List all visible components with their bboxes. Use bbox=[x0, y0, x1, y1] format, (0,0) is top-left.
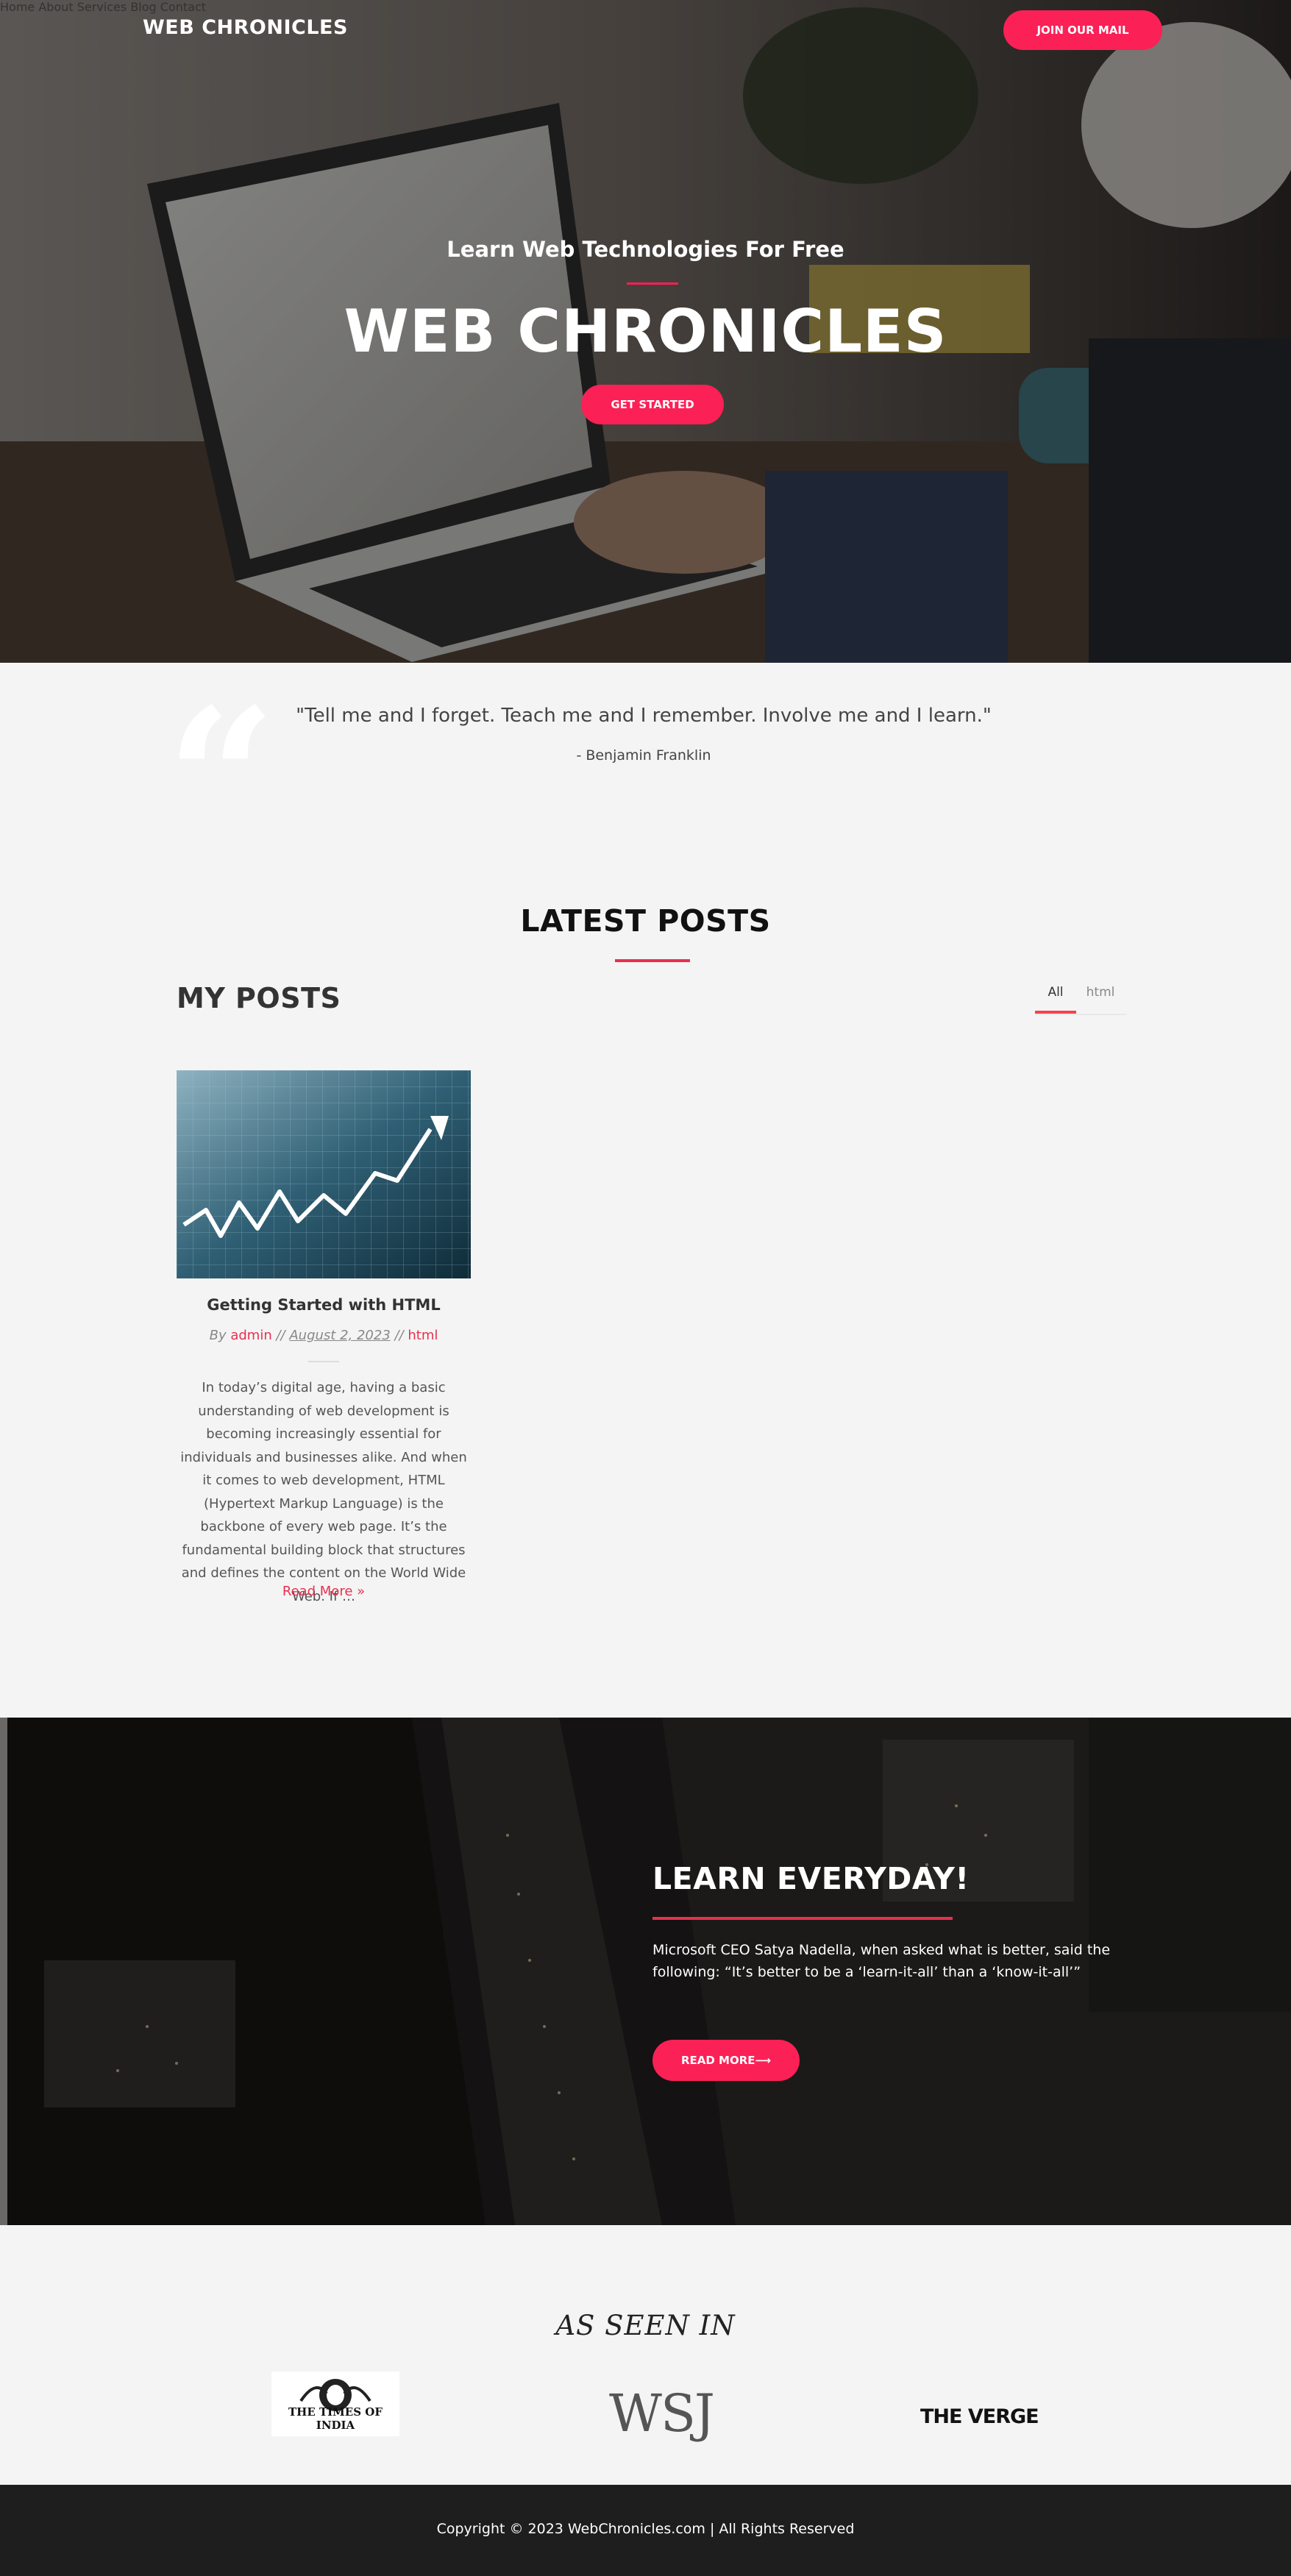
meta-separator: // bbox=[394, 1328, 404, 1343]
section-edge bbox=[0, 1718, 7, 2225]
get-started-button[interactable]: GET STARTED bbox=[581, 385, 724, 424]
site-footer: Copyright © 2023 WebChronicles.com | All… bbox=[0, 2485, 1291, 2576]
nav-home[interactable]: Home bbox=[0, 0, 35, 14]
read-more-button[interactable]: READ MORE⟶ bbox=[652, 2040, 800, 2081]
meta-separator: // bbox=[276, 1328, 285, 1343]
post-filter-tabs: All html bbox=[1035, 981, 1126, 1015]
times-of-india-logo: THE TIMES OF INDIA bbox=[271, 2372, 399, 2436]
copyright-text: Copyright © 2023 WebChronicles.com | All… bbox=[436, 2521, 855, 2537]
quote-icon: “ bbox=[166, 667, 277, 892]
learn-everyday-text: Microsoft CEO Satya Nadella, when asked … bbox=[652, 1942, 1111, 1980]
learn-everyday-title: LEARN EVERYDAY! bbox=[652, 1861, 970, 1896]
nav-contact[interactable]: Contact bbox=[160, 0, 206, 14]
hero-divider bbox=[627, 282, 678, 285]
quote-text: "Tell me and I forget. Teach me and I re… bbox=[296, 705, 992, 727]
times-of-india-wordmark: THE TIMES OF INDIA bbox=[288, 2405, 383, 2432]
join-mail-button[interactable]: JOIN OUR MAIL bbox=[1003, 10, 1162, 50]
post-date-link[interactable]: August 2, 2023 bbox=[289, 1328, 390, 1343]
my-posts-heading: MY POSTS bbox=[177, 982, 341, 1014]
quote-author: - Benjamin Franklin bbox=[576, 747, 711, 764]
nav-about[interactable]: About bbox=[38, 0, 73, 14]
post-thumbnail[interactable] bbox=[177, 1070, 471, 1278]
site-logo[interactable]: WEB CHRONICLES bbox=[143, 16, 348, 39]
read-more-link[interactable]: Read More » bbox=[177, 1584, 471, 1599]
nav-blog[interactable]: Blog bbox=[130, 0, 156, 14]
post-title[interactable]: Getting Started with HTML bbox=[177, 1296, 471, 1314]
filter-html[interactable]: html bbox=[1082, 981, 1119, 1014]
nav-services[interactable]: Services bbox=[77, 0, 127, 14]
learn-everyday-divider bbox=[652, 1917, 953, 1920]
hero-subtitle: Learn Web Technologies For Free bbox=[447, 237, 844, 262]
post-category-link[interactable]: html bbox=[408, 1328, 438, 1343]
post-excerpt: In today’s digital age, having a basic u… bbox=[180, 1380, 467, 1604]
post-by-label: By bbox=[209, 1328, 227, 1343]
stock-chart-image bbox=[177, 1070, 471, 1278]
post-author-link[interactable]: admin bbox=[230, 1328, 271, 1343]
hero-title: WEB CHRONICLES bbox=[344, 297, 947, 366]
post-divider bbox=[308, 1361, 339, 1362]
top-navbar: WEB CHRONICLES Home About Services Blog … bbox=[0, 0, 1291, 59]
latest-posts-title: LATEST POSTS bbox=[520, 903, 771, 939]
wsj-logo: WSJ bbox=[609, 2383, 715, 2444]
filter-all[interactable]: All bbox=[1035, 981, 1076, 1014]
as-seen-in-title: AS SEEN IN bbox=[555, 2310, 736, 2341]
post-meta: By admin // August 2, 2023 // html bbox=[177, 1328, 471, 1343]
latest-posts-divider bbox=[615, 959, 690, 962]
the-verge-logo: THE VERGE bbox=[920, 2405, 1039, 2428]
